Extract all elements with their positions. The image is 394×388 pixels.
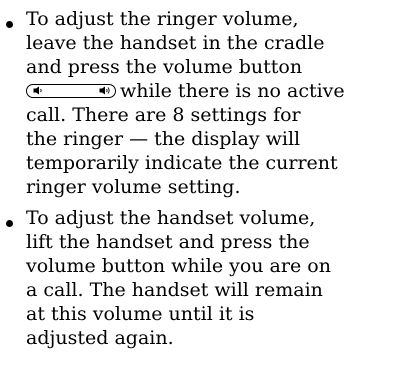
text-line: To adjust the ringer volume,: [26, 8, 299, 30]
text-line: and press the volume button: [26, 56, 303, 78]
speaker-high-icon: [99, 86, 110, 95]
text-line: ringer volume setting.: [26, 176, 241, 198]
text-line: leave the handset in the cradle: [26, 32, 325, 54]
volume-button-icon: [26, 84, 116, 98]
text-line-with-icon: while there is no active: [26, 79, 394, 103]
text-line-remainder: while there is no active: [120, 80, 345, 102]
text-line: temporarily indicate the current: [26, 152, 338, 174]
text-line: call. There are 8 settings for: [26, 104, 301, 126]
bullet-icon: [6, 220, 13, 227]
text-line: To adjust the handset volume,: [26, 207, 316, 229]
text-line: lift the handset and press the: [26, 231, 310, 253]
speaker-low-icon: [33, 86, 42, 95]
bullet-icon: [6, 21, 13, 28]
list-item-handset-volume: To adjust the handset volume, lift the h…: [0, 206, 394, 350]
list-item-ringer-volume: To adjust the ringer volume, leave the h…: [0, 7, 394, 199]
text-line: at this volume until it is: [26, 303, 255, 325]
text-line: a call. The handset will remain: [26, 279, 323, 301]
text-line: adjusted again.: [26, 327, 174, 349]
text-line: volume button while you are on: [26, 255, 331, 277]
text-line: the ringer — the display will: [26, 128, 301, 150]
instruction-document: To adjust the ringer volume, leave the h…: [0, 0, 394, 350]
